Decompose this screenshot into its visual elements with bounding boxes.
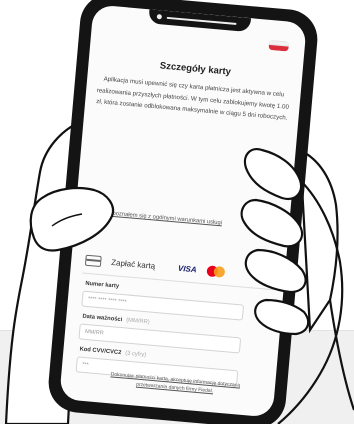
hands-illustration-front bbox=[29, 148, 354, 424]
